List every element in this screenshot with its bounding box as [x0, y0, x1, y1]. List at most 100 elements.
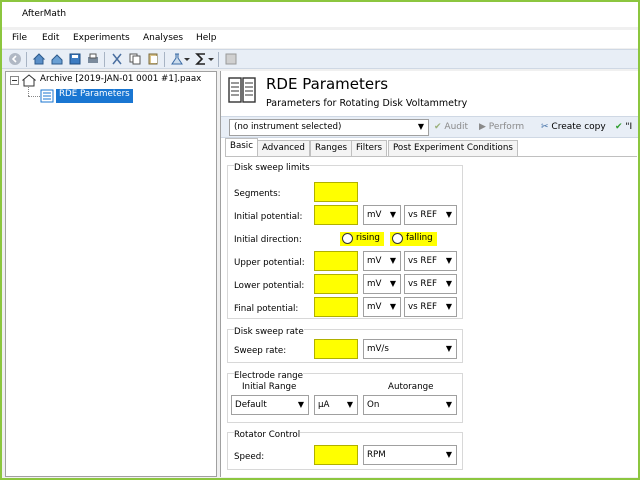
menu-help[interactable]: Help	[196, 33, 217, 43]
lower-potential-unit-select[interactable]: mV ▼	[363, 274, 401, 294]
print-icon[interactable]	[86, 52, 100, 66]
audit-button[interactable]: ✔ Audit	[434, 122, 468, 132]
chevron-down-icon: ▼	[389, 210, 396, 219]
upper-potential-ref-select[interactable]: vs REF ▼	[404, 251, 457, 271]
menu-file[interactable]: File	[12, 33, 27, 43]
sigma-icon[interactable]	[194, 52, 208, 66]
unit-value: mV/s	[367, 344, 389, 354]
save-icon[interactable]	[68, 52, 82, 66]
radio-rising-label: rising	[356, 233, 380, 243]
segments-input[interactable]	[314, 182, 358, 202]
chevron-down-icon[interactable]	[184, 52, 190, 66]
report-icon[interactable]	[224, 52, 238, 66]
ok-icon: ✔	[615, 122, 623, 132]
initial-range-select[interactable]: Default ▼	[231, 395, 309, 415]
speed-input[interactable]	[314, 445, 358, 465]
upper-potential-label: Upper potential:	[234, 258, 305, 268]
speed-unit-select[interactable]: RPM ▼	[363, 445, 457, 465]
toolbar-overflow-button[interactable]: ✔ "I	[615, 122, 632, 132]
cut-icon[interactable]	[110, 52, 124, 66]
back-icon[interactable]	[8, 52, 22, 66]
open-archive-icon[interactable]	[50, 52, 64, 66]
radio-circle-icon	[392, 233, 403, 244]
instrument-select[interactable]: (no instrument selected) ▼	[229, 119, 429, 136]
current-unit-select[interactable]: µA ▼	[314, 395, 358, 415]
group-title: Electrode range	[234, 371, 304, 381]
chevron-down-icon: ▼	[445, 344, 452, 353]
final-potential-unit-select[interactable]: mV ▼	[363, 297, 401, 317]
group-title: Disk sweep rate	[234, 327, 304, 337]
toolbar-separator	[218, 52, 219, 67]
copy-icon[interactable]	[128, 52, 142, 66]
final-potential-input[interactable]	[314, 297, 358, 317]
sweep-rate-input[interactable]	[314, 339, 358, 359]
tree-item-rde-parameters[interactable]: RDE Parameters	[56, 89, 133, 103]
tab-filters[interactable]: Filters	[351, 140, 388, 156]
lower-potential-ref-select[interactable]: vs REF ▼	[404, 274, 457, 294]
chevron-down-icon: ▼	[445, 210, 452, 219]
archive-tree: Archive [2019-JAN-01 0001 #1].paax RDE P…	[5, 71, 217, 477]
page-title: RDE Parameters	[266, 75, 389, 93]
perform-label: Perform	[488, 122, 525, 132]
lower-potential-input[interactable]	[314, 274, 358, 294]
tree-item-archive[interactable]: Archive [2019-JAN-01 0001 #1].paax	[40, 74, 201, 88]
perform-button[interactable]: ▶ Perform	[479, 122, 524, 132]
unit-value: mV	[367, 279, 382, 289]
autorange-select[interactable]: On ▼	[363, 395, 457, 415]
radio-falling[interactable]: falling	[390, 232, 437, 246]
app-title: AfterMath	[22, 9, 67, 19]
tab-ranges[interactable]: Ranges	[310, 140, 353, 156]
collapse-icon[interactable]	[10, 76, 19, 85]
tree-connector	[28, 87, 29, 96]
initial-potential-unit-select[interactable]: mV ▼	[363, 205, 401, 225]
final-potential-label: Final potential:	[234, 304, 299, 314]
sweep-rate-label: Sweep rate:	[234, 346, 287, 356]
tab-basic[interactable]: Basic	[225, 138, 258, 156]
segments-label: Segments:	[234, 189, 281, 199]
initial-potential-ref-select[interactable]: vs REF ▼	[404, 205, 457, 225]
menu-analyses[interactable]: Analyses	[143, 33, 183, 43]
chevron-down-icon: ▼	[445, 400, 452, 409]
archive-icon	[22, 74, 36, 87]
check-icon: ✔	[434, 122, 442, 132]
radio-rising[interactable]: rising	[340, 232, 384, 246]
unit-value: mV	[367, 302, 382, 312]
initial-potential-input[interactable]	[314, 205, 358, 225]
chevron-down-icon: ▼	[389, 279, 396, 288]
autorange-label: Autorange	[388, 382, 434, 392]
sweep-rate-unit-select[interactable]: mV/s ▼	[363, 339, 457, 359]
chevron-down-icon[interactable]	[208, 52, 214, 66]
toolbar-separator	[26, 52, 27, 67]
tab-post-experiment-conditions[interactable]: Post Experiment Conditions	[388, 140, 518, 156]
menu-edit[interactable]: Edit	[42, 33, 59, 43]
instrument-bar: (no instrument selected) ▼ ✔ Audit ▶ Per…	[221, 116, 638, 138]
radio-falling-label: falling	[406, 233, 433, 243]
overflow-label: "I	[625, 122, 633, 132]
main-toolbar	[2, 49, 638, 69]
home-icon[interactable]	[32, 52, 46, 66]
create-copy-button[interactable]: ✂ Create copy	[541, 122, 606, 132]
ref-value: vs REF	[408, 279, 437, 289]
paste-icon[interactable]	[146, 52, 160, 66]
ref-value: vs REF	[408, 256, 437, 266]
tab-advanced[interactable]: Advanced	[257, 140, 310, 156]
chevron-down-icon: ▼	[445, 302, 452, 311]
group-electrode-range: Electrode range Initial Range Autorange …	[227, 371, 463, 423]
menu-experiments[interactable]: Experiments	[73, 33, 130, 43]
instrument-select-value: (no instrument selected)	[234, 122, 342, 132]
experiment-dropdown-icon[interactable]	[170, 52, 184, 66]
ref-value: vs REF	[408, 210, 437, 220]
chevron-down-icon: ▼	[389, 256, 396, 265]
unit-value: mV	[367, 210, 382, 220]
ref-value: vs REF	[408, 302, 437, 312]
chevron-down-icon: ▼	[389, 302, 396, 311]
lower-potential-label: Lower potential:	[234, 281, 305, 291]
initial-range-label: Initial Range	[242, 382, 297, 392]
editor-panel: RDE Parameters Parameters for Rotating D…	[220, 71, 638, 477]
basic-tab-panel: Disk sweep limits Segments: Initial pote…	[225, 156, 637, 476]
group-rotator-control: Rotator Control Speed: RPM ▼	[227, 430, 463, 470]
final-potential-ref-select[interactable]: vs REF ▼	[404, 297, 457, 317]
upper-potential-unit-select[interactable]: mV ▼	[363, 251, 401, 271]
parameters-icon	[40, 89, 54, 103]
upper-potential-input[interactable]	[314, 251, 358, 271]
